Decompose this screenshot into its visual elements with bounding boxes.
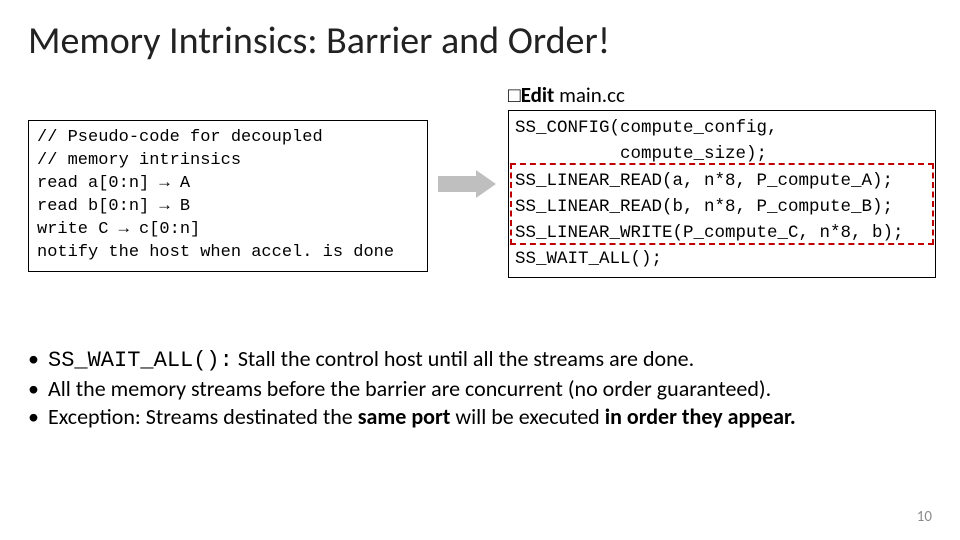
code-line: read b[0:n] → B [37,197,190,216]
bullet-text: will be executed [450,403,604,430]
slide-number: 10 [917,508,932,526]
code-line: compute_size); [515,144,767,164]
bullet-item: • SS_WAIT_ALL(): Stall the control host … [28,345,942,375]
bullet-list: • SS_WAIT_ALL(): Stall the control host … [28,345,942,431]
bullet-item: • All the memory streams before the barr… [28,375,942,403]
arrow-right-icon [438,170,498,198]
main-cc-code-box: SS_CONFIG(compute_config, compute_size);… [508,110,936,278]
code-line: SS_CONFIG(compute_config, [515,118,778,138]
code-line: SS_LINEAR_READ(b, n*8, P_compute_B); [515,197,893,217]
code-inline: SS_WAIT_ALL(): [48,348,233,373]
bullet-text: All the memory streams before the barrie… [48,375,771,403]
code-line: write C → c[0:n] [37,220,200,239]
code-line: notify the host when accel. is done [37,243,394,262]
pseudocode-box: // Pseudo-code for decoupled // memory i… [28,120,428,272]
slide-title: Memory Intrinsics: Barrier and Order! [28,18,610,64]
bullet-dot-icon: • [28,345,48,375]
bold-text: in order they appear. [605,403,796,430]
code-line: SS_LINEAR_READ(a, n*8, P_compute_A); [515,171,893,191]
square-bullet-icon: □ [508,84,521,107]
code-line: SS_WAIT_ALL(); [515,249,662,269]
bold-text: same port [358,403,451,430]
edit-main-cc-label: □Edit main.cc [508,82,625,108]
filename-text: main.cc [554,82,625,108]
edit-bold: Edit [521,82,555,108]
code-line: // memory intrinsics [37,151,241,170]
bullet-dot-icon: • [28,403,48,431]
code-line: // Pseudo-code for decoupled [37,128,323,147]
code-line: SS_LINEAR_WRITE(P_compute_C, n*8, b); [515,223,904,243]
bullet-dot-icon: • [28,375,48,403]
bullet-item: • Exception: Streams destinated the same… [28,403,942,431]
code-line: read a[0:n] → A [37,174,190,193]
bullet-text: Exception: Streams destinated the [48,403,358,430]
bullet-text: Stall the control host until all the str… [233,345,694,372]
